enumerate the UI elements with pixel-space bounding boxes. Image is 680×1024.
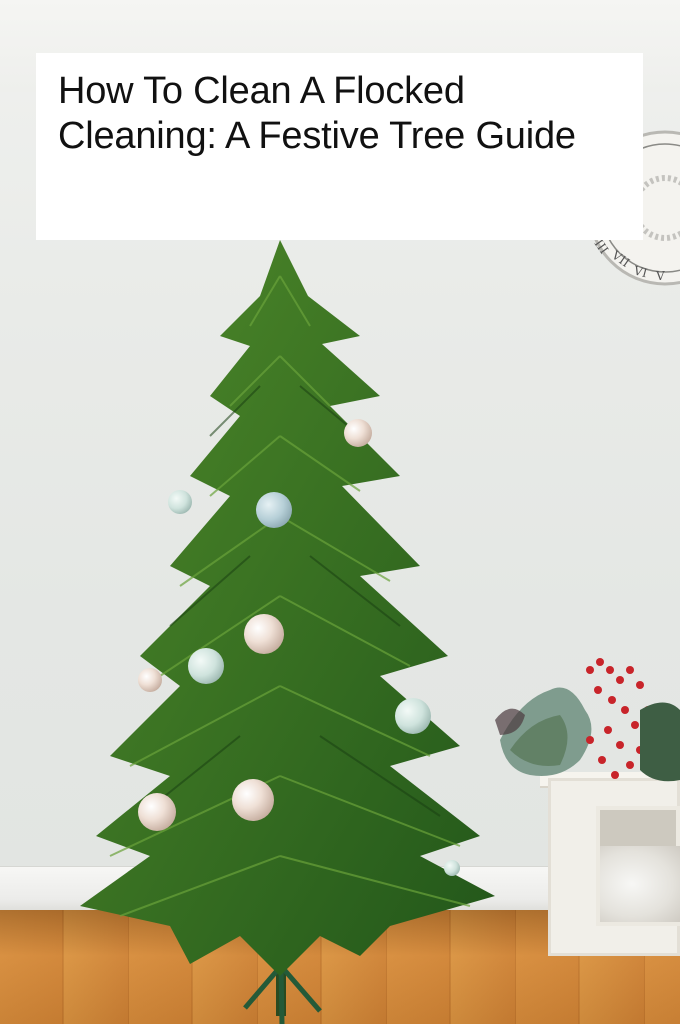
ornament: [188, 648, 224, 684]
photo-scene: VII VI V VIII How To Clean A Flocked Cle…: [0, 0, 680, 1024]
ornament: [344, 419, 372, 447]
ornament: [168, 490, 192, 514]
ornament: [256, 492, 292, 528]
christmas-tree: [80, 240, 495, 1024]
ornament: [244, 614, 284, 654]
ornament: [138, 793, 176, 831]
ornament: [395, 698, 431, 734]
ornament: [444, 860, 460, 876]
cabinet-cloth: [600, 846, 680, 922]
ornament: [138, 668, 162, 692]
svg-text:V: V: [655, 269, 665, 283]
title-card: How To Clean A Flocked Cleaning: A Festi…: [36, 53, 643, 240]
ornament: [232, 779, 274, 821]
greenery-arrangement: [495, 658, 680, 782]
page-title: How To Clean A Flocked Cleaning: A Festi…: [58, 70, 576, 157]
